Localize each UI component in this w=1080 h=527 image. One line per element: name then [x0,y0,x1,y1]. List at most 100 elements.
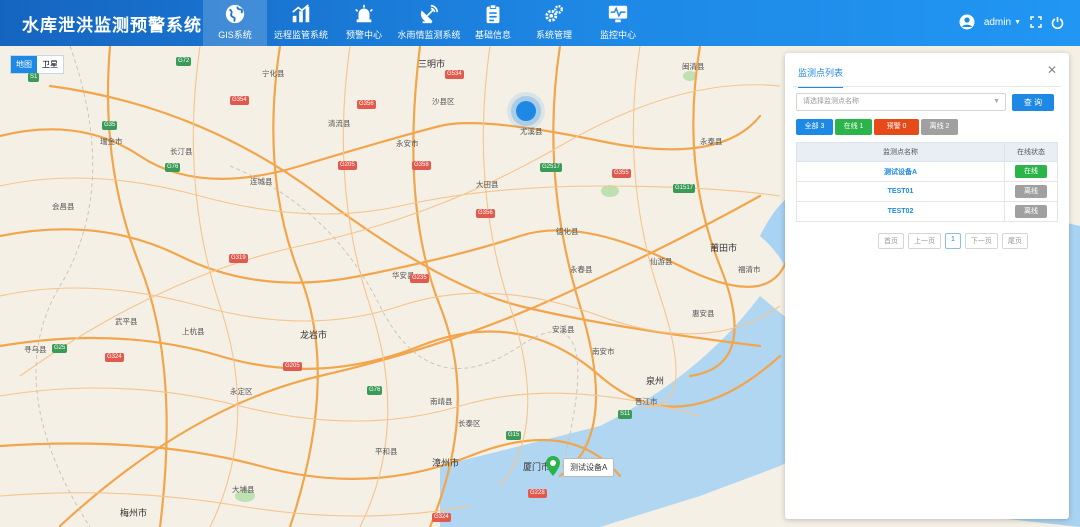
nav-label: 预警中心 [345,30,382,40]
main-nav: GIS系统 远程监管系统 预警中心 水雨情监测系统 基础信息 系统管理 监控中心 [203,0,649,46]
table-row[interactable]: TEST02 离线 [796,201,1058,222]
column-header-status: 在线状态 [1004,142,1058,162]
table-row[interactable]: TEST01 离线 [796,181,1058,202]
fullscreen-icon[interactable] [1030,16,1042,28]
caret-down-icon[interactable]: ▼ [1014,19,1021,26]
road-shield: G25 [52,344,68,353]
map-place-label: 龙岩市 [300,330,328,340]
monitoring-point-table: 监测点名称 在线状态 测试设备A 在线 TEST01 离线 TEST02 离线 [796,142,1058,222]
road-shield: G324 [432,513,451,522]
nav-system-management[interactable]: 系统管理 [521,0,587,46]
map-place-label: 大埔县 [232,485,255,494]
nav-gis[interactable]: GIS系统 [203,0,267,46]
table-header-row: 监测点名称 在线状态 [796,142,1058,162]
nav-warning-center[interactable]: 预警中心 [335,0,393,46]
nav-label: 监控中心 [599,30,636,40]
map-place-label: 清流县 [328,119,351,128]
filter-all-button[interactable]: 全部 3 [796,119,833,135]
pager-page-1[interactable]: 1 [945,233,961,249]
map-place-label: 长泰区 [458,419,481,428]
map-type-toggle: 地图 卫星 [10,55,64,74]
road-shield: G324 [105,353,124,362]
monitoring-point-select[interactable]: 请选择监测点名称 ▼ [796,93,1006,111]
pager-last-button[interactable]: 尾页 [1001,233,1028,249]
map-place-label: 永泰县 [700,137,723,146]
map-place-label: 闽清县 [682,62,705,71]
map-place-label: 永定区 [230,387,253,396]
filter-online-button[interactable]: 在线 1 [835,119,872,135]
close-icon[interactable]: ✕ [1047,63,1057,77]
map-place-label: 莆田市 [710,243,738,253]
road-shield: G356 [357,100,376,109]
map-place-label: 安溪县 [552,325,575,334]
road-shield: G1517 [673,184,696,193]
pager-first-button[interactable]: 首页 [878,233,904,249]
header-tools: admin ▼ [959,14,1064,30]
map-place-label: 永安市 [396,139,419,148]
road-shield: G358 [412,161,431,170]
status-filters: 全部 3 在线 1 预警 0 离线 2 [796,119,958,135]
map-place-label: 寻乌县 [24,345,47,354]
panel-tab-list[interactable]: 监测点列表 [798,66,844,88]
table-row[interactable]: 测试设备A 在线 [796,161,1058,182]
map-place-label: 平和县 [375,447,398,456]
road-shield: G355 [612,169,631,178]
globe-icon [225,4,245,24]
status-badge: 离线 [1015,185,1047,198]
road-shield: G76 [165,163,181,172]
nav-remote-supervision[interactable]: 远程监管系统 [267,0,335,46]
user-avatar-icon[interactable] [959,14,975,30]
map-marker-label[interactable]: 测试设备A [563,458,615,477]
satellite-dish-icon [420,4,439,24]
map-place-label: 宁化县 [262,69,285,78]
app-title: 水库泄洪监测预警系统 [22,16,202,35]
nav-monitor-center[interactable]: 监控中心 [587,0,649,46]
map-type-satellite[interactable]: 卫星 [37,56,63,73]
nav-hydrology[interactable]: 水雨情监测系统 [393,0,465,46]
map-pin-icon[interactable] [545,456,561,476]
clipboard-icon [486,4,500,24]
current-location-dot[interactable] [516,101,536,121]
road-shield: S1 [28,73,40,82]
chevron-down-icon: ▼ [993,98,1000,105]
road-shield: G76 [367,386,383,395]
road-shield: G228 [528,489,547,498]
nav-label: GIS系统 [218,30,252,40]
monitor-pulse-icon [608,5,628,23]
query-button[interactable]: 查 询 [1012,94,1054,111]
map-type-road[interactable]: 地图 [11,56,37,73]
pager-next-button[interactable]: 下一页 [964,233,998,249]
map-place-label: 福清市 [738,265,761,274]
map-place-label: 武平县 [115,317,138,326]
point-name[interactable]: TEST01 [796,181,1005,202]
select-placeholder: 请选择监测点名称 [803,98,859,105]
power-icon[interactable] [1051,16,1064,29]
map-place-label: 漳州市 [432,458,460,468]
nav-basic-info[interactable]: 基础信息 [465,0,521,46]
point-name[interactable]: TEST02 [796,201,1005,222]
pager-prev-button[interactable]: 上一页 [908,233,941,249]
nav-label: 远程监管系统 [273,30,328,40]
app-header: 水库泄洪监测预警系统 GIS系统 远程监管系统 预警中心 水雨情监测系统 基础信… [0,0,1080,46]
nav-label: 水雨情监测系统 [397,30,461,40]
map-place-label: 连城县 [250,177,273,186]
road-shield: G235 [410,274,429,283]
nav-label: 基础信息 [474,30,511,40]
filter-offline-button[interactable]: 离线 2 [921,119,958,135]
road-shield: S11 [618,410,633,419]
user-name[interactable]: admin [984,17,1011,28]
map-place-label: 永春县 [570,265,593,274]
road-shield: G356 [476,209,495,218]
column-header-name: 监测点名称 [796,142,1005,162]
pagination: 首页 上一页 1 下一页 尾页 [878,233,1028,249]
road-shield: G205 [338,161,357,170]
map-place-label: 南安市 [592,347,615,356]
gears-icon [545,5,563,22]
panel-divider [793,86,1061,87]
map-place-label: 泉州 [646,376,665,386]
road-shield: G534 [445,70,464,79]
monitoring-point-panel: 监测点列表 ✕ 请选择监测点名称 ▼ 查 询 全部 3 在线 1 预警 0 离线… [785,53,1069,519]
filter-warning-button[interactable]: 预警 0 [874,119,919,135]
point-name[interactable]: 测试设备A [796,161,1005,182]
road-shield: G72 [176,57,192,66]
